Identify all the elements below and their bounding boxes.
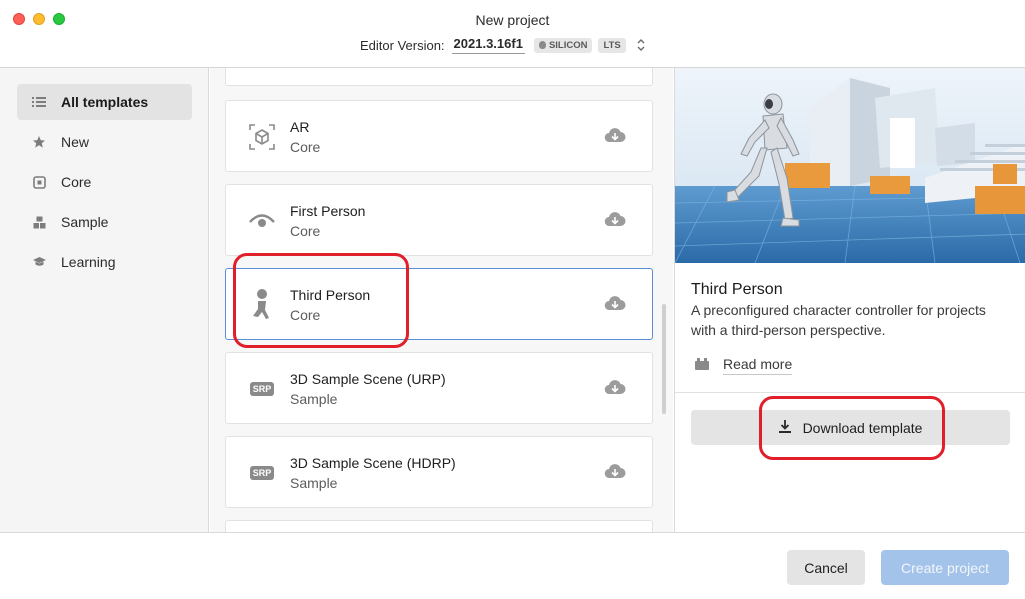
star-icon	[17, 135, 61, 149]
read-more-icon	[695, 357, 709, 373]
sidebar-item-label: Core	[61, 174, 92, 190]
cloud-download-icon[interactable]	[604, 127, 626, 148]
cloud-download-icon[interactable]	[604, 295, 626, 316]
download-icon	[778, 419, 791, 436]
sidebar-item-label: Sample	[61, 214, 109, 230]
detail-divider	[675, 392, 1025, 393]
editor-version-label: Editor Version:	[360, 37, 445, 53]
template-title: AR	[290, 119, 310, 135]
read-more-link[interactable]: Read more	[695, 354, 793, 376]
template-card-first-person[interactable]: First Person Core	[225, 184, 653, 256]
template-card-ar[interactable]: AR Core	[225, 100, 653, 172]
detail-description: A preconfigured character controller for…	[691, 302, 986, 338]
cloud-download-icon[interactable]	[604, 379, 626, 400]
srp-icon: SRP	[248, 459, 276, 487]
window-title: New project	[475, 12, 550, 28]
template-title: Third Person	[290, 287, 371, 303]
template-card-3d-sample-hdrp[interactable]: SRP 3D Sample Scene (HDRP) Sample	[225, 436, 653, 508]
read-more-label: Read more	[723, 356, 793, 375]
lts-badge: LTS	[598, 37, 626, 53]
sidebar-item-core[interactable]: Core	[17, 164, 192, 200]
ar-cube-icon	[248, 123, 276, 151]
apple-icon	[538, 41, 546, 49]
create-project-button[interactable]: Create project	[881, 550, 1009, 585]
template-title: 3D Sample Scene (URP)	[290, 371, 446, 387]
template-card-third-person[interactable]: Third Person Core	[225, 268, 653, 340]
template-category: Core	[290, 307, 321, 323]
template-title: 3D Sample Scene (HDRP)	[290, 455, 456, 471]
cloud-download-icon[interactable]	[604, 211, 626, 232]
download-template-label: Download template	[802, 419, 923, 436]
template-category: Sample	[290, 391, 338, 407]
template-category: Core	[290, 139, 321, 155]
download-template-button[interactable]: Download template	[691, 410, 1010, 445]
sidebar-item-label: New	[61, 134, 90, 150]
list-scrollbar-thumb[interactable]	[662, 304, 666, 414]
template-title: First Person	[290, 203, 366, 219]
template-preview-image	[675, 68, 1025, 263]
template-list[interactable]: AR Core First Person Core Third Person C…	[210, 68, 673, 532]
title-bar: New project Editor Version: 2021.3.16f1 …	[0, 0, 1025, 68]
template-card-partial[interactable]	[225, 520, 653, 532]
sidebar-item-new[interactable]: New	[17, 124, 192, 160]
sidebar-item-sample[interactable]: Sample	[17, 204, 192, 240]
srp-icon: SRP	[248, 375, 276, 403]
template-detail-panel: Third Person A preconfigured character c…	[674, 68, 1025, 532]
sample-blocks-icon	[17, 216, 61, 229]
cloud-download-icon[interactable]	[604, 463, 626, 484]
sidebar: All templates New Core Sample Learning	[0, 68, 209, 532]
cancel-button[interactable]: Cancel	[787, 550, 865, 585]
eye-icon	[248, 207, 276, 235]
template-category: Core	[290, 223, 321, 239]
sidebar-item-learning[interactable]: Learning	[17, 244, 192, 280]
sidebar-item-label: All templates	[61, 94, 149, 110]
template-card-3d-sample-urp[interactable]: SRP 3D Sample Scene (URP) Sample	[225, 352, 653, 424]
sidebar-item-label: Learning	[61, 254, 116, 270]
editor-version-row: Editor Version: 2021.3.16f1 SILICON LTS	[360, 35, 646, 55]
template-card-partial[interactable]	[225, 68, 653, 86]
core-square-icon	[17, 175, 61, 189]
template-category: Sample	[290, 475, 338, 491]
graduation-cap-icon	[17, 256, 61, 268]
silicon-badge: SILICON	[533, 37, 593, 53]
running-person-icon	[248, 289, 276, 319]
version-stepper-icon[interactable]	[636, 37, 646, 53]
dialog-footer: Cancel Create project	[0, 532, 1025, 599]
editor-version-select[interactable]: 2021.3.16f1	[451, 36, 525, 54]
detail-title: Third Person	[691, 281, 783, 298]
sidebar-item-all-templates[interactable]: All templates	[17, 84, 192, 120]
list-icon	[17, 96, 61, 108]
